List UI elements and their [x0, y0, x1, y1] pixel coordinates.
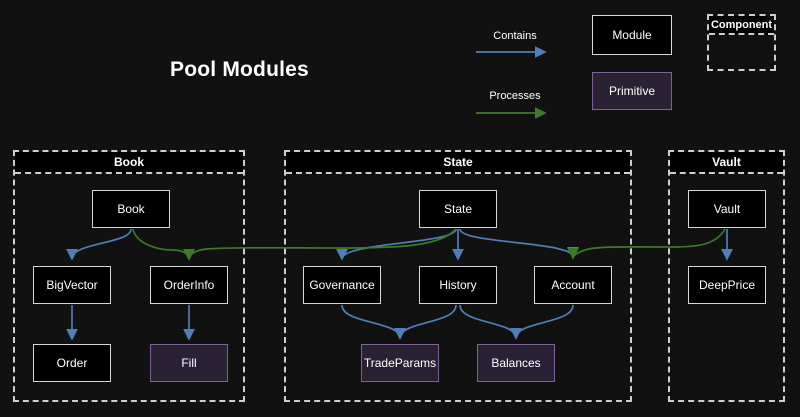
container-book-header: Book [15, 152, 243, 174]
legend-primitive-box: Primitive [592, 72, 672, 110]
legend-contains-label: Contains [475, 30, 555, 42]
node-account: Account [534, 266, 612, 304]
node-order: Order [33, 344, 111, 382]
legend-component-label: Component [711, 19, 772, 31]
legend-primitive-label: Primitive [609, 84, 655, 98]
node-state: State [419, 190, 497, 228]
legend-processes-label: Processes [475, 90, 555, 102]
node-orderinfo: OrderInfo [150, 266, 228, 304]
node-governance: Governance [303, 266, 381, 304]
legend-module-box: Module [592, 15, 672, 55]
legend-component-header: Component [709, 16, 774, 35]
container-vault-header: Vault [670, 152, 783, 174]
container-state-label: State [443, 155, 472, 169]
container-book-label: Book [114, 155, 144, 169]
node-tradeparams: TradeParams [361, 344, 439, 382]
diagram-canvas: Pool Modules Contains Processes Module P… [0, 0, 800, 417]
node-fill: Fill [150, 344, 228, 382]
container-vault-label: Vault [712, 155, 741, 169]
node-deepprice: DeepPrice [688, 266, 766, 304]
container-state-header: State [286, 152, 630, 174]
node-history: History [419, 266, 497, 304]
legend-component-box: Component [707, 14, 776, 71]
node-vault: Vault [688, 190, 766, 228]
node-balances: Balances [477, 344, 555, 382]
node-bigvector: BigVector [33, 266, 111, 304]
legend-module-label: Module [612, 28, 651, 42]
node-book: Book [92, 190, 170, 228]
page-title: Pool Modules [170, 58, 309, 82]
